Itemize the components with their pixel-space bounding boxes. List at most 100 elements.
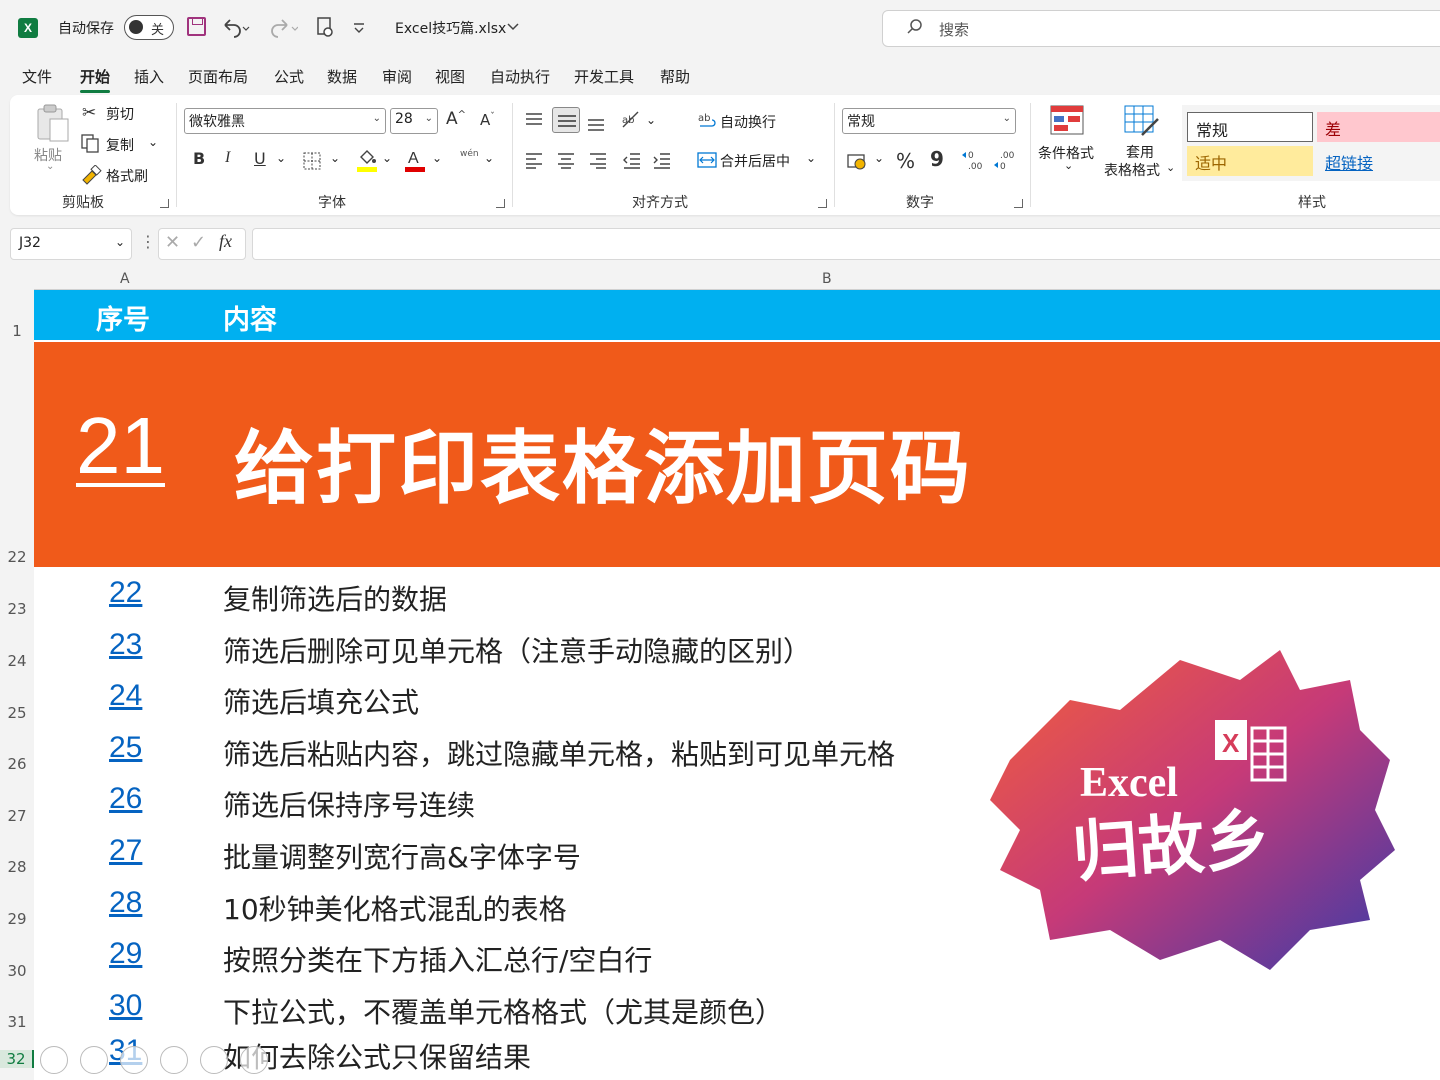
comma-style-button[interactable]: 9 [930, 147, 944, 171]
row-content[interactable]: 批量调整列宽行高&字体字号 [223, 836, 581, 876]
row-content[interactable]: 下拉公式，不覆盖单元格格式（尤其是颜色） [223, 991, 783, 1031]
camera-icon[interactable] [240, 1046, 268, 1074]
customize-toolbar-icon[interactable] [352, 22, 366, 34]
align-bottom-icon[interactable] [586, 115, 606, 133]
row-content[interactable]: 10秒钟美化格式混乱的表格 [223, 888, 567, 928]
tab-page-layout[interactable]: 页面布局 [188, 66, 248, 87]
format-as-table-label-1[interactable]: 套用 [1126, 142, 1154, 162]
chevron-down-icon[interactable]: ⌄ [646, 113, 656, 127]
chevron-down-icon[interactable]: ⌄ [46, 161, 54, 172]
pen-icon[interactable] [80, 1046, 108, 1074]
copy-button[interactable]: 复制 [106, 135, 134, 155]
row-index-link[interactable]: 25 [109, 731, 142, 765]
number-launcher-icon[interactable] [1014, 199, 1023, 208]
format-as-table-button[interactable]: 表格格式 [1104, 160, 1160, 180]
row-index-link[interactable]: 29 [109, 937, 142, 971]
wrap-text-button[interactable]: 自动换行 [720, 112, 776, 132]
font-size-select[interactable]: 28 ⌄ [390, 108, 438, 134]
percent-button[interactable]: % [896, 149, 915, 173]
more-options-icon[interactable]: ⋮ [140, 232, 156, 251]
style-bad[interactable]: 差 [1317, 112, 1440, 142]
row-index-link[interactable]: 26 [109, 782, 142, 816]
underline-button[interactable]: U [254, 149, 266, 168]
row-content[interactable]: 筛选后粘贴内容，跳过隐藏单元格，粘贴到可见单元格 [223, 733, 895, 773]
enter-icon[interactable]: ✓ [191, 232, 206, 253]
tab-developer[interactable]: 开发工具 [574, 66, 634, 87]
autosave-toggle[interactable]: 关 [124, 15, 174, 40]
style-normal[interactable]: 常规 [1187, 112, 1313, 142]
play-icon[interactable] [40, 1046, 68, 1074]
cancel-icon[interactable]: ✕ [165, 232, 180, 253]
tab-help[interactable]: 帮助 [660, 66, 690, 87]
format-painter-button[interactable]: 格式刷 [106, 166, 148, 186]
wrap-text-icon[interactable]: ab [698, 111, 718, 131]
decrease-indent-icon[interactable] [622, 151, 642, 169]
row-content[interactable]: 筛选后删除可见单元格（注意手动隐藏的区别） [223, 630, 811, 670]
shrink-font-icon[interactable]: Aˇ [480, 111, 495, 129]
orientation-icon[interactable]: ab [620, 109, 644, 131]
row-header-22[interactable]: 22 [0, 548, 34, 566]
alignment-launcher-icon[interactable] [818, 199, 827, 208]
merge-center-icon[interactable] [696, 151, 718, 169]
zoom-icon[interactable] [160, 1046, 188, 1074]
grow-font-icon[interactable]: A^ [446, 109, 466, 129]
row-index-link[interactable]: 23 [109, 628, 142, 662]
chevron-down-icon[interactable]: ⌄ [432, 151, 442, 165]
row-content[interactable]: 如何去除公式只保留结果 [223, 1036, 531, 1076]
row-content[interactable]: 复制筛选后的数据 [223, 578, 447, 618]
chevron-down-icon[interactable] [506, 22, 520, 32]
chevron-down-icon[interactable]: ⌄ [806, 151, 816, 165]
row-content[interactable]: 筛选后填充公式 [223, 681, 419, 721]
column-header-a[interactable]: A [120, 271, 130, 287]
bold-button[interactable]: B [193, 149, 205, 168]
insert-function-icon[interactable]: fx [219, 231, 232, 252]
row-index-link[interactable]: 22 [109, 576, 142, 610]
print-preview-icon[interactable] [316, 16, 336, 40]
currency-format-icon[interactable] [846, 151, 870, 171]
row-content[interactable]: 按照分类在下方插入汇总行/空白行 [223, 939, 652, 979]
format-as-table-icon[interactable] [1124, 105, 1160, 137]
chevron-down-icon[interactable]: ⌄ [330, 151, 340, 165]
cut-button[interactable]: 剪切 [106, 104, 134, 124]
search-box[interactable]: 搜索 [882, 10, 1440, 47]
increase-indent-icon[interactable] [652, 151, 672, 169]
row-header[interactable]: 30 [0, 962, 34, 980]
chevron-down-icon[interactable]: ⌄ [484, 151, 494, 165]
column-header-b[interactable]: B [822, 271, 832, 287]
row-header[interactable]: 27 [0, 807, 34, 825]
row-index-link[interactable]: 24 [109, 679, 142, 713]
eraser-icon[interactable] [120, 1046, 148, 1074]
tab-review[interactable]: 审阅 [382, 66, 412, 87]
tab-formulas[interactable]: 公式 [274, 66, 304, 87]
increase-decimal-icon[interactable]: 0.00 [960, 149, 986, 171]
align-center-icon[interactable] [556, 151, 576, 169]
chevron-down-icon[interactable]: ⌄ [1064, 159, 1073, 172]
row-index-link[interactable]: 30 [109, 989, 142, 1023]
font-family-select[interactable]: 微软雅黑 ⌄ [184, 108, 386, 134]
row-header[interactable]: 25 [0, 704, 34, 722]
row-header[interactable]: 29 [0, 910, 34, 928]
banner-title[interactable]: 给打印表格添加页码 [234, 404, 972, 520]
fill-color-icon[interactable] [356, 147, 378, 173]
merge-center-button[interactable]: 合并后居中 [720, 151, 790, 171]
number-format-select[interactable]: 常规 ⌄ [842, 108, 1016, 134]
clipboard-launcher-icon[interactable] [160, 199, 169, 208]
chevron-down-icon[interactable]: ⌄ [1166, 161, 1175, 174]
tab-home[interactable]: 开始 [80, 66, 111, 93]
align-left-icon[interactable] [524, 151, 544, 169]
name-box[interactable]: J32 ⌄ [10, 228, 132, 260]
row-header[interactable]: 23 [0, 600, 34, 618]
chevron-down-icon[interactable]: ⌄ [276, 151, 286, 165]
align-right-icon[interactable] [588, 151, 608, 169]
font-launcher-icon[interactable] [496, 199, 505, 208]
borders-icon[interactable] [302, 151, 322, 171]
formula-input[interactable] [252, 228, 1440, 260]
file-name[interactable]: Excel技巧篇.xlsx [395, 18, 506, 38]
tab-insert[interactable]: 插入 [134, 66, 164, 87]
decrease-decimal-icon[interactable]: .000 [992, 149, 1018, 171]
keyboard-icon[interactable] [200, 1046, 228, 1074]
style-hyperlink[interactable]: 超链接 [1317, 146, 1440, 176]
paste-icon[interactable] [34, 103, 70, 143]
row-header-selected[interactable]: 32 [0, 1050, 34, 1068]
save-icon[interactable] [187, 17, 206, 36]
